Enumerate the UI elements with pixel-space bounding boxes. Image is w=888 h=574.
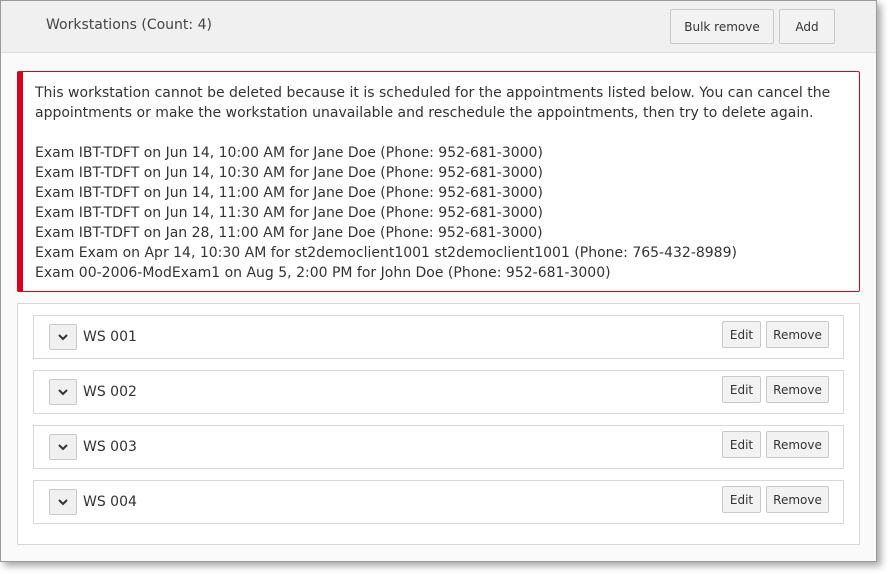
expand-toggle[interactable] (49, 379, 77, 405)
edit-button[interactable]: Edit (722, 431, 761, 458)
workstation-list: WS 001 Edit Remove WS 002 Edit Remove WS… (17, 303, 860, 545)
workstation-row: WS 003 Edit Remove (33, 425, 844, 469)
appointment-item: Exam Exam on Apr 14, 10:30 AM for st2dem… (35, 245, 737, 261)
expand-toggle[interactable] (49, 489, 77, 515)
page-title: Workstations (Count: 4) (46, 17, 212, 33)
chevron-down-icon (58, 388, 68, 395)
workstation-row: WS 002 Edit Remove (33, 370, 844, 414)
alert-message: This workstation cannot be deleted becau… (35, 85, 831, 121)
remove-button[interactable]: Remove (766, 431, 829, 458)
delete-error-alert: This workstation cannot be deleted becau… (17, 71, 860, 292)
appointment-item: Exam IBT-TDFT on Jun 14, 11:00 AM for Ja… (35, 185, 543, 201)
expand-toggle[interactable] (49, 434, 77, 460)
bulk-remove-button[interactable]: Bulk remove (670, 9, 774, 44)
edit-button[interactable]: Edit (722, 376, 761, 403)
remove-button[interactable]: Remove (766, 321, 829, 348)
workstation-row: WS 001 Edit Remove (33, 315, 844, 359)
appointment-item: Exam IBT-TDFT on Jun 14, 11:30 AM for Ja… (35, 205, 543, 221)
appointment-item: Exam IBT-TDFT on Jun 14, 10:30 AM for Ja… (35, 165, 543, 181)
workstation-name: WS 004 (83, 494, 137, 510)
workstation-name: WS 001 (83, 329, 137, 345)
remove-button[interactable]: Remove (766, 376, 829, 403)
edit-button[interactable]: Edit (722, 321, 761, 348)
chevron-down-icon (58, 443, 68, 450)
add-button[interactable]: Add (779, 9, 835, 44)
chevron-down-icon (58, 333, 68, 340)
workstations-panel: Workstations (Count: 4) Bulk remove Add … (0, 0, 877, 562)
expand-toggle[interactable] (49, 324, 77, 350)
chevron-down-icon (58, 498, 68, 505)
remove-button[interactable]: Remove (766, 486, 829, 513)
workstation-name: WS 003 (83, 439, 137, 455)
appointment-item: Exam IBT-TDFT on Jan 28, 11:00 AM for Ja… (35, 225, 543, 241)
workstation-row: WS 004 Edit Remove (33, 480, 844, 524)
edit-button[interactable]: Edit (722, 486, 761, 513)
workstation-name: WS 002 (83, 384, 137, 400)
panel-header: Workstations (Count: 4) Bulk remove Add (1, 1, 876, 53)
appointment-item: Exam 00-2006-ModExam1 on Aug 5, 2:00 PM … (35, 265, 611, 281)
appointment-item: Exam IBT-TDFT on Jun 14, 10:00 AM for Ja… (35, 145, 543, 161)
